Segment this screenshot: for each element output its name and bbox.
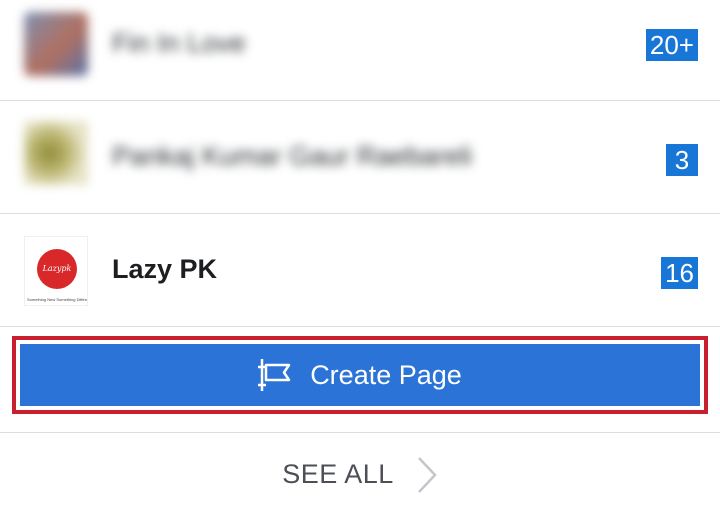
notification-count-badge: 16 (661, 257, 698, 289)
logo-circle: Lazypk (37, 249, 77, 289)
create-page-label: Create Page (310, 359, 462, 390)
page-logo: Lazypk Something New Something Different (24, 236, 88, 306)
create-page-button[interactable]: Create Page (20, 344, 700, 406)
page-name: Lazy PK (112, 254, 218, 284)
page-thumbnail (24, 12, 88, 76)
page-list-item[interactable]: Lazypk Something New Something Different… (0, 214, 720, 326)
create-page-highlight: Create Page (12, 336, 708, 414)
notification-count-badge: 20+ (645, 29, 698, 61)
notification-count-badge: 3 (666, 144, 698, 176)
page-thumbnail (24, 121, 88, 185)
logo-tagline: Something New Something Different (27, 297, 87, 302)
flag-icon (258, 359, 291, 391)
see-all-label: SEE ALL (282, 459, 394, 489)
page-list-item[interactable]: Fin In Love 20+ (0, 0, 720, 100)
page-name: Fin In Love (112, 28, 246, 58)
chevron-right-icon (417, 456, 437, 493)
divider (0, 326, 720, 327)
page-list-item[interactable]: Pankaj Kumar Gaur Raebareli 3 (0, 101, 720, 213)
page-name: Pankaj Kumar Gaur Raebareli (112, 141, 473, 171)
see-all-button[interactable]: SEE ALL (0, 433, 720, 516)
